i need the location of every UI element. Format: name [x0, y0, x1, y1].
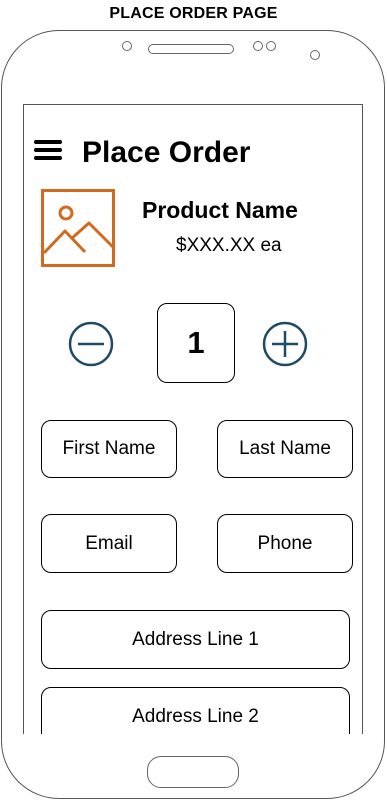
email-field[interactable]: Email: [41, 514, 177, 573]
front-camera: [310, 50, 320, 60]
plus-circle-icon[interactable]: [262, 321, 308, 367]
last-name-field[interactable]: Last Name: [217, 420, 353, 478]
page-caption: PLACE ORDER PAGE: [109, 5, 278, 22]
home-button[interactable]: [147, 756, 239, 788]
phone-speaker: [148, 44, 234, 54]
product-price: $XXX.XX ea: [176, 235, 282, 256]
phone-field[interactable]: Phone: [217, 514, 353, 573]
page-title: Place Order: [82, 136, 251, 169]
sensor-dot: [122, 41, 132, 51]
sensor-dot: [266, 41, 276, 51]
quantity-value[interactable]: 1: [157, 303, 235, 383]
address-line-2-field[interactable]: Address Line 2: [41, 687, 350, 734]
image-placeholder-icon: [41, 189, 115, 267]
product-name: Product Name: [142, 197, 298, 223]
sensor-dot: [253, 41, 263, 51]
hamburger-menu-icon[interactable]: [34, 140, 62, 160]
minus-circle-icon[interactable]: [68, 321, 114, 367]
address-line-1-field[interactable]: Address Line 1: [41, 610, 350, 669]
first-name-field[interactable]: First Name: [41, 420, 177, 478]
phone-screen: Place Order Product Name $XXX.XX ea 1 Fi…: [23, 104, 363, 734]
